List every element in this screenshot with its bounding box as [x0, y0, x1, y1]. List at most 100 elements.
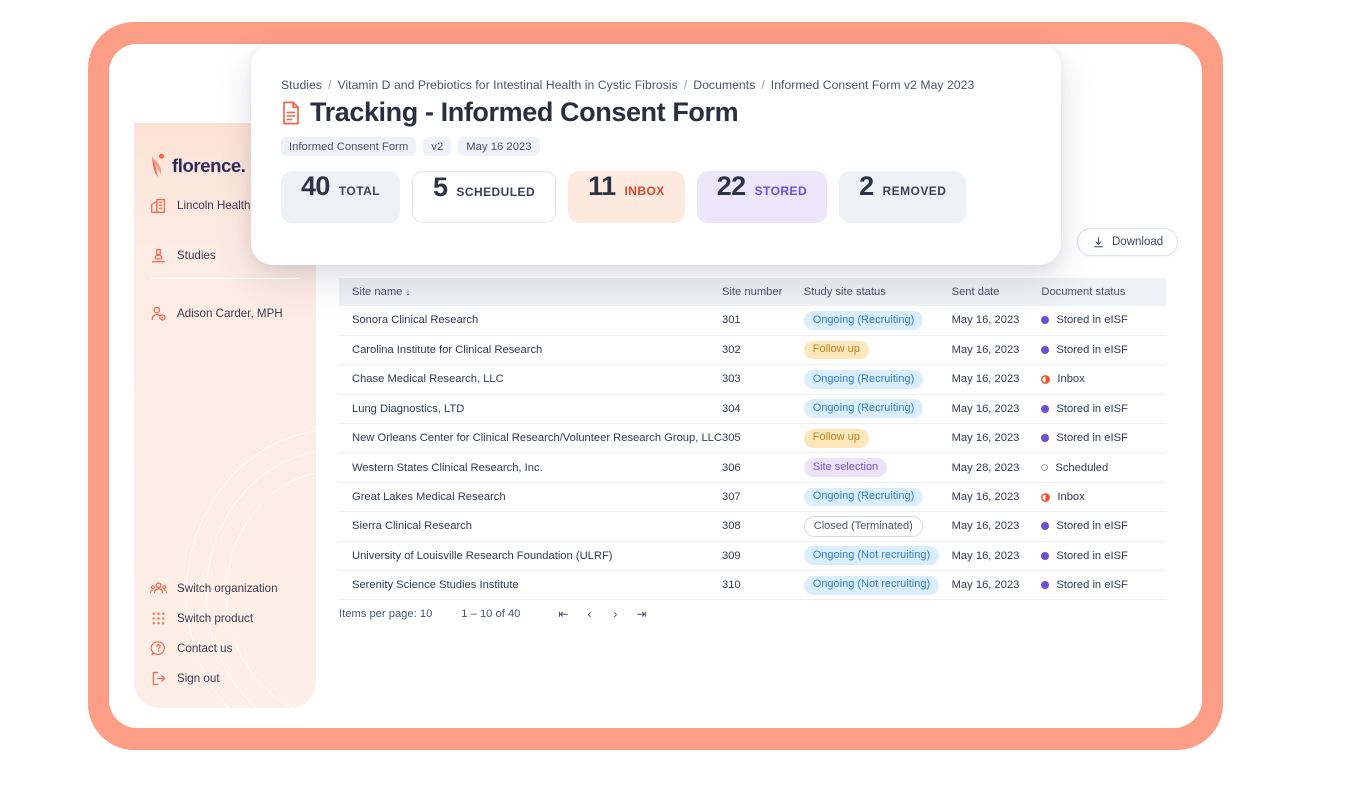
breadcrumb-item[interactable]: Documents	[693, 78, 755, 92]
sidebar-item-sign-out[interactable]: Sign out	[150, 668, 220, 688]
document-status-label: Stored in eISF	[1056, 579, 1128, 592]
stat-caption: INBOX	[624, 184, 665, 198]
sidebar-item-studies[interactable]: Studies	[150, 245, 216, 265]
cell-document-status: Stored in eISF	[1041, 394, 1166, 425]
cell-site-number: 305	[721, 423, 804, 454]
cell-site-name: Lung Diagnostics, LTD	[339, 394, 722, 425]
table-row[interactable]: Chase Medical Research, LLC 303 Ongoing (R…	[339, 364, 1166, 395]
cell-document-status: Stored in eISF	[1041, 511, 1166, 542]
sidebar-item-label: Contact us	[177, 641, 233, 655]
status-badge: Ongoing (Recruiting)	[803, 487, 924, 507]
sidebar-item-switch-organization[interactable]: Switch organization	[150, 578, 278, 598]
table-header: Site name ↓ Site number Study site status…	[339, 278, 1166, 306]
stat-card-inbox[interactable]: 11 INBOX	[568, 171, 685, 223]
table-row[interactable]: Serenity Science Studies Institute 310 Ong…	[339, 570, 1166, 601]
cell-sent-date: May 16, 2023	[951, 394, 1042, 425]
document-status-badge: Scheduled	[1041, 462, 1166, 474]
table-row[interactable]: New Orleans Center for Clinical Research…	[339, 423, 1166, 454]
stat-card-total[interactable]: 40 TOTAL	[281, 171, 400, 223]
sidebar-divider	[150, 278, 300, 279]
stored-dot-icon	[1041, 581, 1050, 590]
breadcrumb-item[interactable]: Vitamin D and Prebiotics for Intestinal …	[337, 78, 677, 92]
stored-dot-icon	[1041, 404, 1050, 413]
items-per-page-label[interactable]: Items per page: 10	[339, 608, 432, 620]
stat-card-removed[interactable]: 2 REMOVED	[839, 171, 967, 223]
document-status-badge: Inbox	[1041, 491, 1166, 503]
cell-site-number: 306	[721, 452, 804, 483]
document-icon	[283, 101, 299, 124]
document-meta-chip: v2	[423, 137, 452, 156]
cell-study-site-status: Site selection	[803, 452, 952, 483]
stored-dot-icon	[1041, 316, 1050, 325]
stat-number: 2	[859, 171, 874, 201]
breadcrumb-separator: /	[328, 78, 332, 92]
question-chat-icon	[150, 640, 165, 656]
cell-study-site-status: Closed (Terminated)	[803, 511, 952, 542]
document-status-label: Stored in eISF	[1056, 344, 1128, 357]
sites-table: Site name ↓ Site number Study site status…	[339, 278, 1166, 601]
stat-caption: REMOVED	[882, 184, 947, 198]
last-page-button[interactable]: ⇥	[628, 607, 654, 621]
stat-card-scheduled[interactable]: 5 SCHEDULED	[411, 171, 557, 223]
stored-dot-icon	[1041, 434, 1050, 443]
status-badge: Ongoing (Recruiting)	[803, 311, 924, 330]
document-status-label: Stored in eISF	[1056, 549, 1128, 562]
cell-document-status: Scheduled	[1041, 452, 1166, 483]
sidebar-item-contact-us[interactable]: Contact us	[150, 638, 232, 658]
cell-study-site-status: Ongoing (Recruiting)	[803, 364, 952, 395]
table-row[interactable]: Sierra Clinical Research 308 Closed (Termi…	[339, 511, 1166, 542]
florence-leaf-icon	[152, 153, 165, 177]
breadcrumb-item[interactable]: Studies	[281, 78, 322, 92]
sidebar-item-label: Sign out	[177, 671, 220, 685]
stats-row: 40 TOTAL 5 SCHEDULED 11 INBOX 22 STORED 2 REMOVED	[281, 171, 1031, 223]
download-button[interactable]: Download	[1077, 228, 1179, 256]
table-row[interactable]: Western States Clinical Research, Inc. 30…	[339, 452, 1166, 483]
cell-study-site-status: Follow up	[803, 335, 952, 366]
cell-site-number: 309	[721, 541, 804, 572]
stored-dot-icon	[1041, 522, 1050, 531]
inbox-half-circle-icon	[1041, 375, 1051, 384]
cell-document-status: Stored in eISF	[1041, 423, 1166, 454]
sidebar-item-label: Switch organization	[177, 581, 278, 595]
first-page-button[interactable]: ⇤	[550, 607, 576, 621]
stat-card-stored[interactable]: 22 STORED	[696, 171, 828, 223]
cell-site-number: 307	[721, 482, 804, 513]
sidebar-item-label: Lincoln Health	[177, 198, 251, 212]
column-header-document-status[interactable]: Document status	[1041, 278, 1166, 306]
column-header-site-number[interactable]: Site number	[721, 278, 804, 306]
cell-document-status: Stored in eISF	[1041, 570, 1166, 601]
cell-study-site-status: Ongoing (Not recruiting)	[803, 570, 952, 601]
page-range-label: 1 – 10 of 40	[461, 608, 521, 620]
cell-sent-date: May 16, 2023	[951, 541, 1042, 572]
sidebar-item-user-profile[interactable]: Adison Carder, MPH	[150, 303, 283, 323]
table-row[interactable]: Lung Diagnostics, LTD 304 Ongoing (Recruit…	[339, 394, 1166, 425]
table-row[interactable]: Carolina Institute for Clinical Research…	[339, 335, 1166, 366]
table-row[interactable]: University of Louisville Research Founda…	[339, 541, 1166, 572]
cell-document-status: Inbox	[1041, 482, 1166, 513]
cell-site-number: 304	[721, 394, 804, 425]
column-header-site-name[interactable]: Site name ↓	[339, 278, 722, 306]
table-row[interactable]: Great Lakes Medical Research 307 Ongoing (…	[339, 482, 1166, 513]
status-badge: Ongoing (Recruiting)	[803, 370, 924, 389]
sidebar-item-lincoln-health[interactable]: Lincoln Health	[150, 195, 250, 215]
sidebar-item-label: Studies	[177, 248, 216, 262]
cell-site-name: Sonora Clinical Research	[339, 306, 722, 336]
cell-sent-date: May 16, 2023	[951, 482, 1042, 513]
status-badge: Ongoing (Recruiting)	[803, 399, 924, 419]
table-row[interactable]: Sonora Clinical Research 301 Ongoing (Recr…	[339, 306, 1166, 336]
florence-logo[interactable]: florence.	[150, 153, 246, 178]
sidebar-item-switch-product[interactable]: Switch product	[150, 608, 253, 628]
cell-document-status: Stored in eISF	[1041, 335, 1166, 366]
document-status-badge: Stored in eISF	[1041, 432, 1166, 444]
cell-sent-date: May 16, 2023	[951, 511, 1042, 542]
document-status-badge: Stored in eISF	[1041, 579, 1166, 591]
document-status-label: Stored in eISF	[1056, 520, 1128, 533]
status-badge: Follow up	[803, 428, 869, 448]
next-page-button[interactable]: ›	[602, 607, 628, 621]
pagination: Items per page: 10 1 – 10 of 40 ⇤ ‹ › ⇥	[339, 607, 654, 621]
column-header-study-site-status[interactable]: Study site status	[803, 278, 952, 306]
document-status-badge: Stored in eISF	[1041, 344, 1166, 356]
column-header-sent-date[interactable]: Sent date	[951, 278, 1042, 306]
prev-page-button[interactable]: ‹	[576, 607, 602, 621]
document-detail-card: Studies / Vitamin D and Prebiotics for Int…	[251, 44, 1061, 265]
